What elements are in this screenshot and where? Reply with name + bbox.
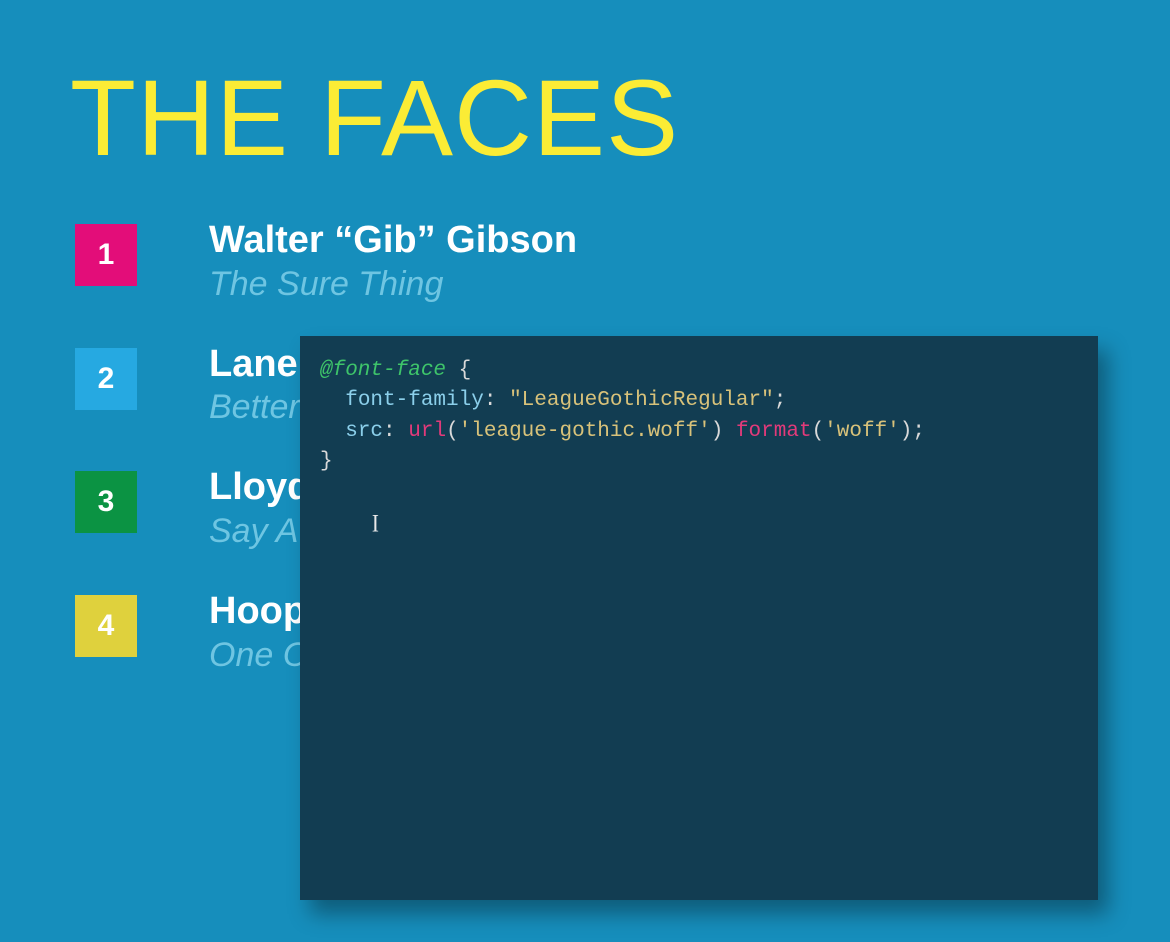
code-line-blank [320,478,1078,508]
badge-1: 1 [75,224,137,286]
item-text: Lane Better [209,344,300,432]
item-name: Lloyd [209,467,310,509]
token-brace-close: } [320,450,333,473]
text-caret-icon: I [370,505,380,542]
badge-4: 4 [75,595,137,657]
token-string: "LeagueGothicRegular" [509,389,774,412]
code-line-1: @font-face { [320,356,1078,386]
code-line-3: src: url('league-gothic.woff') format('w… [320,417,1078,447]
token-paren-open: ( [812,420,825,443]
item-subtitle: One C [209,633,307,679]
token-indent [320,389,345,412]
token-semicolon: ; [912,420,925,443]
item-name: Lane [209,344,300,386]
token-brace-open: { [446,359,471,382]
token-property: src [345,420,383,443]
badge-2: 2 [75,348,137,410]
caret-indent [320,514,370,537]
list-item: 1 Walter “Gib” Gibson The Sure Thing [75,220,1100,308]
token-paren-close: ) [711,420,724,443]
slide-title: THE FACES [70,55,1100,180]
token-property: font-family [345,389,484,412]
token-colon: : [484,389,509,412]
code-editor[interactable]: @font-face { font-family: "LeagueGothicR… [300,336,1098,900]
item-subtitle: Better [209,385,300,431]
code-line-4: } [320,447,1078,477]
badge-3: 3 [75,471,137,533]
code-line-caret: I [320,508,1078,541]
token-string: 'league-gothic.woff' [459,420,711,443]
token-space [723,420,736,443]
token-function-format: format [736,420,812,443]
token-paren-close: ) [900,420,913,443]
token-at-rule: @font-face [320,359,446,382]
item-name: Walter “Gib” Gibson [209,220,577,262]
token-indent [320,420,345,443]
item-text: Lloyd Say A [209,467,310,555]
code-line-2: font-family: "LeagueGothicRegular"; [320,386,1078,416]
token-colon: : [383,420,408,443]
token-string: 'woff' [824,420,900,443]
token-semicolon: ; [774,389,787,412]
item-text: Hoop One C [209,591,307,679]
item-name: Hoop [209,591,307,633]
item-subtitle: Say A [209,509,310,555]
item-subtitle: The Sure Thing [209,262,577,308]
token-paren-open: ( [446,420,459,443]
token-function-url: url [408,420,446,443]
item-text: Walter “Gib” Gibson The Sure Thing [209,220,577,308]
